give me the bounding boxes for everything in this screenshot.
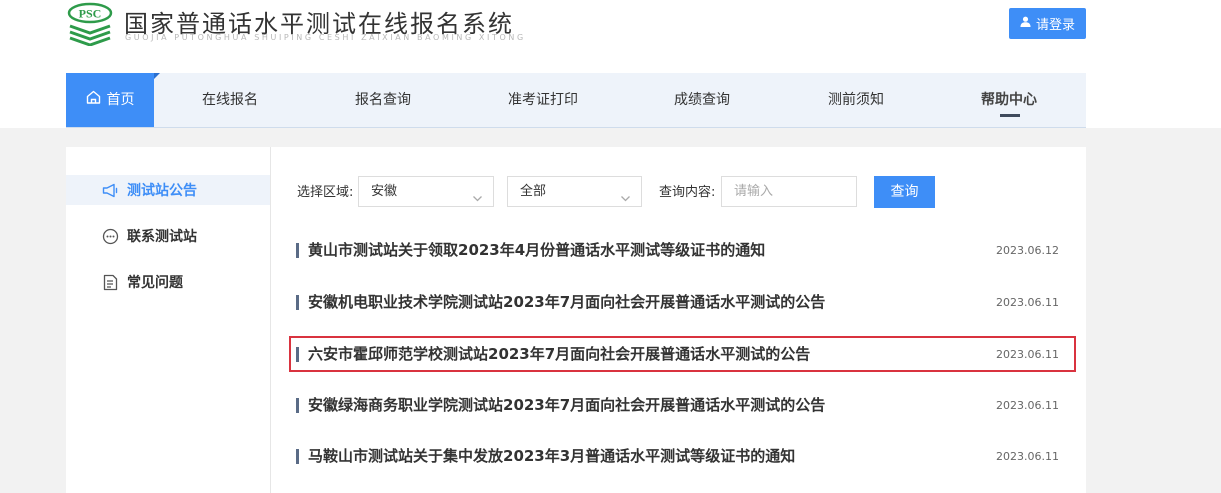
news-item[interactable]: 黄山市测试站关于领取2023年4月份普通话水平测试等级证书的通知 2023.06…	[289, 232, 1076, 268]
sidebar-label-faq: 常见问题	[127, 275, 183, 291]
sidebar-label-announcements: 测试站公告	[127, 183, 197, 199]
sidebar: 测试站公告 联系测试站 常见问题	[66, 147, 271, 493]
logo-text: PSC	[79, 7, 102, 21]
nav-item-online-registration[interactable]: 在线报名	[184, 73, 276, 127]
news-marker	[296, 398, 299, 413]
home-icon	[86, 73, 101, 127]
nav-item-score-query[interactable]: 成绩查询	[656, 73, 748, 127]
news-item[interactable]: 安徽绿海商务职业学院测试站2023年7月面向社会开展普通话水平测试的公告 202…	[289, 387, 1076, 423]
news-title: 安徽绿海商务职业学院测试站2023年7月面向社会开展普通话水平测试的公告	[308, 396, 826, 414]
chevron-down-icon	[472, 186, 483, 215]
query-content-label: 查询内容:	[659, 185, 716, 200]
news-date: 2023.06.12	[996, 244, 1059, 257]
news-title: 安徽机电职业技术学院测试站2023年7月面向社会开展普通话水平测试的公告	[308, 293, 826, 311]
chat-icon	[102, 228, 119, 245]
user-icon	[1020, 16, 1031, 31]
news-date: 2023.06.11	[996, 450, 1059, 463]
nav-item-registration-query[interactable]: 报名查询	[337, 73, 429, 127]
content-card: 测试站公告 联系测试站 常见问题 选择区域: 安徽 全部 查询内容: 请输入 查…	[66, 147, 1086, 493]
region-label: 选择区域:	[297, 185, 354, 200]
news-item[interactable]: 安徽机电职业技术学院测试站2023年7月面向社会开展普通话水平测试的公告 202…	[289, 284, 1076, 320]
login-label: 请登录	[1035, 18, 1075, 33]
sidebar-item-faq[interactable]: 常见问题	[66, 267, 270, 297]
query-button[interactable]: 查询	[874, 176, 935, 208]
province-select[interactable]: 安徽	[358, 176, 494, 207]
nav-item-help-center[interactable]: 帮助中心	[963, 73, 1055, 127]
news-title: 马鞍山市测试站关于集中发放2023年3月普通话水平测试等级证书的通知	[308, 447, 796, 465]
nav-active-underline	[1000, 114, 1020, 117]
news-marker	[296, 449, 299, 464]
news-date: 2023.06.11	[996, 348, 1059, 361]
psc-logo: PSC	[66, 2, 114, 47]
chevron-down-icon	[620, 186, 631, 215]
news-date: 2023.06.11	[996, 296, 1059, 309]
province-select-value: 安徽	[371, 184, 398, 199]
login-button[interactable]: 请登录	[1009, 8, 1086, 39]
document-icon	[102, 274, 119, 291]
news-marker	[296, 243, 299, 258]
nav-item-admission-ticket[interactable]: 准考证打印	[490, 73, 596, 127]
site-subtitle: GUOJIA PUTONGHUA SHUIPING CESHI ZAIXIAN …	[125, 33, 526, 42]
megaphone-icon	[102, 182, 119, 199]
query-input[interactable]: 请输入	[721, 176, 857, 207]
sidebar-item-contact[interactable]: 联系测试站	[66, 221, 270, 251]
news-item-highlighted[interactable]: 六安市霍邱师范学校测试站2023年7月面向社会开展普通话水平测试的公告 2023…	[289, 336, 1076, 372]
news-marker	[296, 347, 299, 362]
city-select[interactable]: 全部	[507, 176, 642, 207]
news-marker	[296, 295, 299, 310]
city-select-value: 全部	[520, 184, 547, 199]
sidebar-label-contact: 联系测试站	[127, 229, 197, 245]
sidebar-item-announcements[interactable]: 测试站公告	[66, 175, 270, 205]
nav-item-pre-test-notice[interactable]: 测前须知	[810, 73, 902, 127]
main-nav: 首页 在线报名 报名查询 准考证打印 成绩查询 测前须知 帮助中心	[66, 73, 1086, 128]
nav-item-home[interactable]: 首页	[66, 73, 160, 127]
news-title: 黄山市测试站关于领取2023年4月份普通话水平测试等级证书的通知	[308, 241, 766, 259]
news-title: 六安市霍邱师范学校测试站2023年7月面向社会开展普通话水平测试的公告	[308, 345, 811, 363]
news-item[interactable]: 马鞍山市测试站关于集中发放2023年3月普通话水平测试等级证书的通知 2023.…	[289, 438, 1076, 474]
news-date: 2023.06.11	[996, 399, 1059, 412]
nav-label-home: 首页	[106, 92, 135, 108]
